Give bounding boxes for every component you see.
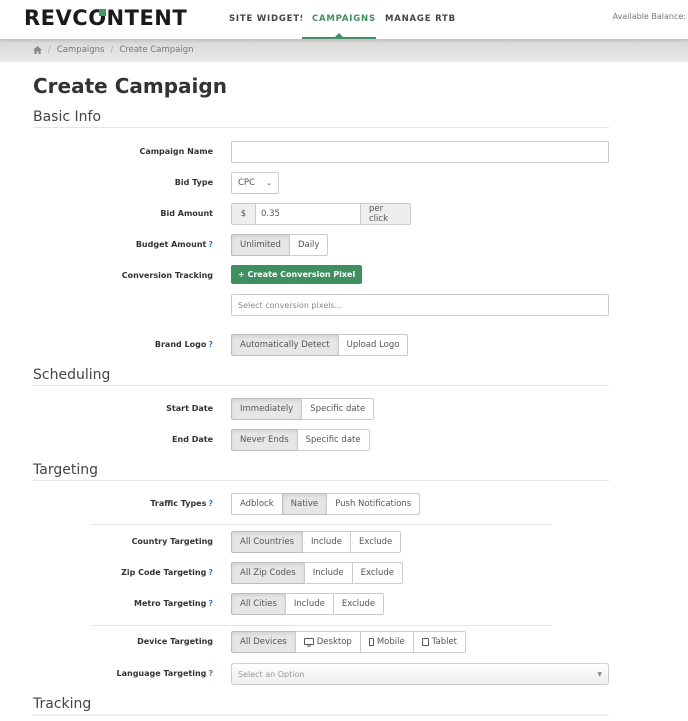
divider xyxy=(33,714,609,716)
nav-manage-rtb[interactable]: MANAGE RTB xyxy=(377,0,464,39)
breadcrumb-create-campaign: Create Campaign xyxy=(119,45,194,55)
device-targeting-toggle: All Devices Desktop Mobile Tablet xyxy=(231,631,467,653)
device-tablet-button[interactable]: Tablet xyxy=(412,631,467,653)
start-immediately-button[interactable]: Immediately xyxy=(231,398,303,420)
country-exclude-button[interactable]: Exclude xyxy=(349,531,402,553)
currency-addon: $ xyxy=(231,203,256,225)
device-mobile-button[interactable]: Mobile xyxy=(359,631,414,653)
budget-unlimited-button[interactable]: Unlimited xyxy=(231,234,290,256)
start-date-toggle: Immediately Specific date xyxy=(231,398,375,420)
desktop-icon xyxy=(303,637,314,646)
campaign-name-label: Campaign Name xyxy=(139,147,213,156)
start-date-label: Start Date xyxy=(166,404,213,413)
per-click-addon: per click xyxy=(361,203,411,225)
brand-logo-label: Brand Logo? xyxy=(154,340,213,349)
tablet-icon xyxy=(421,638,429,646)
breadcrumb-bar: / Campaigns / Create Campaign xyxy=(0,39,688,62)
country-include-button[interactable]: Include xyxy=(302,531,351,553)
budget-amount-label: Budget Amount? xyxy=(135,240,213,249)
bid-type-select[interactable]: CPC ⌄ xyxy=(231,172,279,194)
end-specific-date-button[interactable]: Specific date xyxy=(296,429,370,451)
nav-site-widgets[interactable]: SITE WIDGETS xyxy=(221,0,315,39)
create-conversion-pixel-button[interactable]: + Create Conversion Pixel xyxy=(231,265,363,284)
help-icon[interactable]: ? xyxy=(208,240,213,249)
traffic-types-label: Traffic Types? xyxy=(150,499,213,508)
active-caret-icon xyxy=(335,33,343,37)
zip-exclude-button[interactable]: Exclude xyxy=(351,562,403,584)
divider xyxy=(91,524,551,525)
bid-amount-group: $ 0.35 per click xyxy=(231,203,411,225)
help-icon[interactable]: ? xyxy=(208,568,213,577)
section-tracking: Tracking xyxy=(33,696,92,712)
end-never-button[interactable]: Never Ends xyxy=(231,429,298,451)
section-targeting: Targeting xyxy=(33,462,98,478)
revcontent-logo[interactable]: REVC O NTENT xyxy=(24,6,187,30)
zip-include-button[interactable]: Include xyxy=(303,562,353,584)
device-targeting-label: Device Targeting xyxy=(137,637,213,646)
metro-targeting-toggle: All Cities Include Exclude xyxy=(231,593,385,615)
country-targeting-label: Country Targeting xyxy=(131,537,213,546)
device-all-button[interactable]: All Devices xyxy=(231,631,296,653)
section-basic-info: Basic Info xyxy=(33,109,102,125)
breadcrumb: / Campaigns / Create Campaign xyxy=(33,45,193,55)
divider xyxy=(33,127,609,128)
dropdown-arrow-icon: ▼ xyxy=(597,670,602,678)
divider xyxy=(33,385,609,386)
section-scheduling: Scheduling xyxy=(33,367,111,383)
mobile-icon xyxy=(368,638,374,646)
end-date-label: End Date xyxy=(172,435,213,444)
budget-amount-toggle: Unlimited Daily xyxy=(231,234,329,256)
bid-amount-label: Bid Amount xyxy=(160,209,213,218)
available-balance-label: Available Balance: xyxy=(612,12,686,21)
metro-exclude-button[interactable]: Exclude xyxy=(332,593,385,615)
zip-all-button[interactable]: All Zip Codes xyxy=(231,562,305,584)
breadcrumb-campaigns[interactable]: Campaigns xyxy=(57,45,105,55)
bid-type-label: Bid Type xyxy=(174,178,213,187)
metro-all-button[interactable]: All Cities xyxy=(231,593,286,615)
auto-detect-logo-button[interactable]: Automatically Detect xyxy=(231,334,339,356)
top-navbar: REVC O NTENT SITE WIDGETS CAMPAIGNS MANAGE… xyxy=(0,0,688,39)
help-icon[interactable]: ? xyxy=(208,669,213,678)
traffic-adblock-button[interactable]: Adblock xyxy=(231,493,283,515)
home-icon[interactable] xyxy=(33,46,42,54)
traffic-types-toggle: Adblock Native Push Notifications xyxy=(231,493,421,515)
chevron-down-icon: ⌄ xyxy=(266,179,272,187)
logo-accent xyxy=(98,9,106,16)
conversion-pixels-select[interactable]: Select conversion pixels... xyxy=(231,294,609,316)
traffic-native-button[interactable]: Native xyxy=(281,493,328,515)
upload-logo-button[interactable]: Upload Logo xyxy=(337,334,409,356)
zip-targeting-label: Zip Code Targeting? xyxy=(121,568,213,577)
help-icon[interactable]: ? xyxy=(208,499,213,508)
device-desktop-button[interactable]: Desktop xyxy=(294,631,361,653)
help-icon[interactable]: ? xyxy=(208,599,213,608)
budget-daily-button[interactable]: Daily xyxy=(288,234,329,256)
end-date-toggle: Never Ends Specific date xyxy=(231,429,370,451)
divider xyxy=(91,625,551,626)
divider xyxy=(33,480,609,481)
start-specific-date-button[interactable]: Specific date xyxy=(301,398,375,420)
bid-amount-input[interactable]: 0.35 xyxy=(256,203,361,225)
language-targeting-label: Language Targeting? xyxy=(116,669,214,678)
brand-logo-toggle: Automatically Detect Upload Logo xyxy=(231,334,409,356)
logo-o: O xyxy=(88,6,107,30)
zip-targeting-toggle: All Zip Codes Include Exclude xyxy=(231,562,403,584)
language-targeting-select[interactable]: Select an Option ▼ xyxy=(231,663,609,685)
traffic-push-button[interactable]: Push Notifications xyxy=(326,493,421,515)
country-targeting-toggle: All Countries Include Exclude xyxy=(231,531,402,553)
metro-include-button[interactable]: Include xyxy=(284,593,334,615)
page-title: Create Campaign xyxy=(33,74,227,98)
campaign-name-input[interactable] xyxy=(231,141,609,163)
country-all-button[interactable]: All Countries xyxy=(231,531,303,553)
help-icon[interactable]: ? xyxy=(208,340,213,349)
nav-campaigns[interactable]: CAMPAIGNS xyxy=(302,0,376,39)
conversion-tracking-label: Conversion Tracking xyxy=(121,271,213,280)
metro-targeting-label: Metro Targeting? xyxy=(134,599,213,608)
